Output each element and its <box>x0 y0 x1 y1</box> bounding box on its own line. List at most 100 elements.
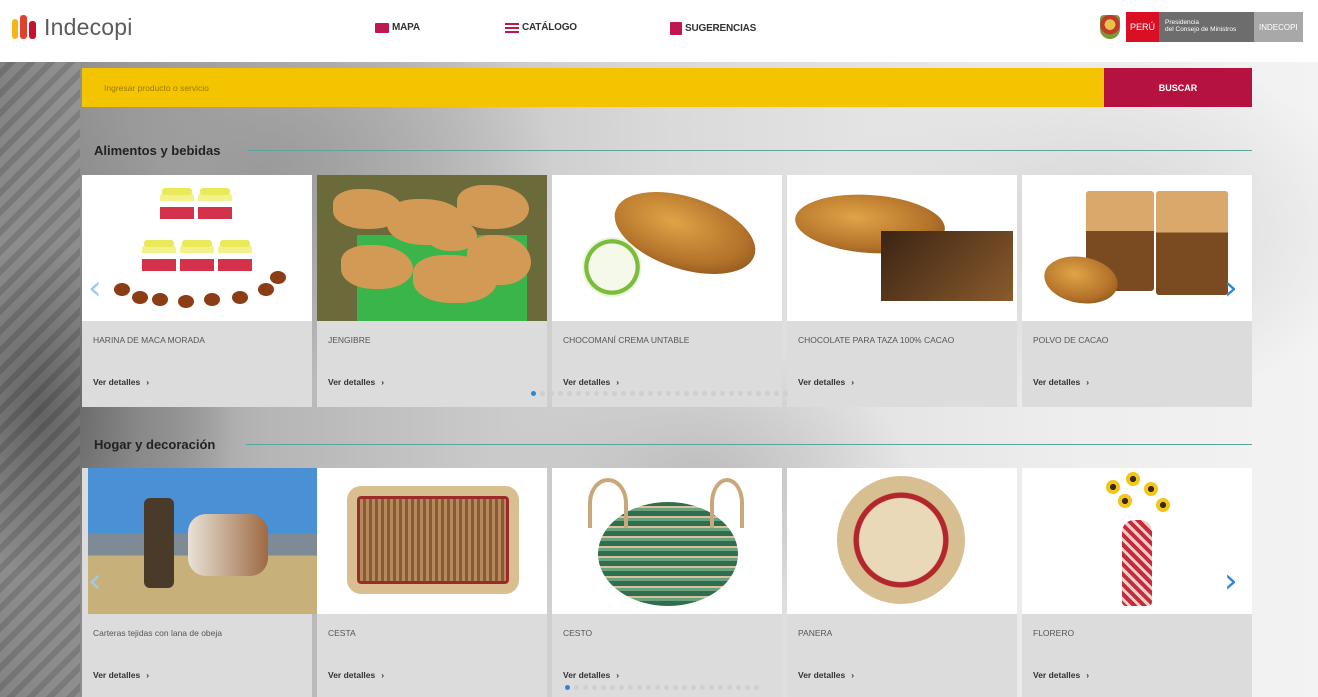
pagination-dot[interactable] <box>574 685 579 690</box>
pagination-dot[interactable] <box>682 685 687 690</box>
carousel-next-button[interactable]: › <box>1224 564 1238 598</box>
pagination-dot[interactable] <box>567 391 572 396</box>
pagination-dot[interactable] <box>558 391 563 396</box>
carousel-prev-button[interactable]: ‹ <box>88 271 102 305</box>
pagination-dot[interactable] <box>691 685 696 690</box>
view-details-link[interactable]: Ver detalles › <box>563 670 619 680</box>
pagination-dot[interactable] <box>639 391 644 396</box>
pagination-dot[interactable] <box>637 685 642 690</box>
view-details-link[interactable]: Ver detalles › <box>798 670 854 680</box>
pagination-dot[interactable] <box>565 685 570 690</box>
view-details-label: Ver detalles <box>1033 670 1081 680</box>
search-button[interactable]: BUSCAR <box>1104 68 1252 107</box>
view-details-link[interactable]: Ver detalles › <box>328 377 384 387</box>
pagination-dot[interactable] <box>610 685 615 690</box>
pagination-dot[interactable] <box>747 391 752 396</box>
pagination-dot[interactable] <box>630 391 635 396</box>
pagination-dot[interactable] <box>729 391 734 396</box>
pagination-dot[interactable] <box>621 391 626 396</box>
nav-sugerencias-label: SUGERENCIAS <box>685 23 757 34</box>
pagination-dot[interactable] <box>603 391 608 396</box>
pagination-dot[interactable] <box>700 685 705 690</box>
pagination-dot[interactable] <box>718 685 723 690</box>
product-image <box>317 468 547 614</box>
pagination-dot[interactable] <box>549 391 554 396</box>
product-name: JENGIBRE <box>328 335 371 345</box>
pagination-dot[interactable] <box>594 391 599 396</box>
pagination-dot[interactable] <box>666 391 671 396</box>
product-card[interactable]: Carteras tejidas con lana de obeja Ver d… <box>82 468 318 697</box>
indecopi-logo[interactable]: Indecopi <box>12 14 133 41</box>
pagination-dot[interactable] <box>709 685 714 690</box>
carousel-prev-button[interactable]: ‹ <box>88 564 102 598</box>
pagination-dot[interactable] <box>738 391 743 396</box>
pagination-dot[interactable] <box>583 685 588 690</box>
pagination-dot[interactable] <box>693 391 698 396</box>
carousel-hogar: Carteras tejidas con lana de obeja Ver d… <box>82 468 1252 697</box>
view-details-label: Ver detalles <box>563 377 611 387</box>
pagination-dot[interactable] <box>720 391 725 396</box>
product-card[interactable]: PANERA Ver detalles › <box>787 468 1017 697</box>
view-details-link[interactable]: Ver detalles › <box>1033 670 1089 680</box>
pagination-dot[interactable] <box>646 685 651 690</box>
view-details-link[interactable]: Ver detalles › <box>798 377 854 387</box>
product-image <box>787 175 1017 321</box>
pagination-dot[interactable] <box>585 391 590 396</box>
pagination-dot[interactable] <box>657 391 662 396</box>
product-card[interactable]: CHOCOLATE PARA TAZA 100% CACAO Ver detal… <box>787 175 1017 407</box>
product-card[interactable]: CESTA Ver detalles › <box>317 468 547 697</box>
product-card[interactable]: HARINA DE MACA MORADA Ver detalles › <box>82 175 312 407</box>
carousel-next-button[interactable]: › <box>1224 271 1238 305</box>
pagination-dot[interactable] <box>736 685 741 690</box>
nav-catalogo[interactable]: CATÁLOGO <box>505 22 577 33</box>
pagination-dot[interactable] <box>531 391 536 396</box>
peru-label: PERÚ <box>1126 12 1160 42</box>
view-details-link[interactable]: Ver detalles › <box>93 670 149 680</box>
pagination-dot[interactable] <box>601 685 606 690</box>
view-details-link[interactable]: Ver detalles › <box>328 670 384 680</box>
view-details-link[interactable]: Ver detalles › <box>93 377 149 387</box>
suggestion-icon <box>670 22 682 35</box>
pagination-dot[interactable] <box>655 685 660 690</box>
pagination-dot[interactable] <box>628 685 633 690</box>
pagination-dot[interactable] <box>745 685 750 690</box>
nav-mapa[interactable]: MAPA <box>375 22 420 33</box>
search-input[interactable] <box>82 68 1104 107</box>
pagination-dot[interactable] <box>727 685 732 690</box>
nav-sugerencias[interactable]: SUGERENCIAS <box>670 22 756 35</box>
view-details-label: Ver detalles <box>798 377 846 387</box>
government-banner[interactable]: PERÚ Presidencia del Consejo de Ministro… <box>1097 12 1303 42</box>
product-card[interactable]: CHOCOMANÍ CREMA UNTABLE Ver detalles › <box>552 175 782 407</box>
product-card[interactable]: FLORERO Ver detalles › <box>1022 468 1252 697</box>
product-image <box>787 468 1017 614</box>
pagination-dot[interactable] <box>612 391 617 396</box>
product-name: CESTO <box>563 628 593 638</box>
menu-icon <box>505 22 519 33</box>
pagination-dot[interactable] <box>684 391 689 396</box>
pagination-dot[interactable] <box>664 685 669 690</box>
pagination-dot[interactable] <box>711 391 716 396</box>
pagination-dot[interactable] <box>576 391 581 396</box>
pagination-dot[interactable] <box>756 391 761 396</box>
pagination-dot[interactable] <box>774 391 779 396</box>
product-image <box>1022 175 1252 321</box>
pagination-dot[interactable] <box>702 391 707 396</box>
product-image <box>88 468 318 614</box>
product-card[interactable]: JENGIBRE Ver detalles › <box>317 175 547 407</box>
product-card[interactable]: CESTO Ver detalles › <box>552 468 782 697</box>
pagination-dot[interactable] <box>765 391 770 396</box>
product-card[interactable]: POLVO DE CACAO Ver detalles › <box>1022 175 1252 407</box>
section-divider <box>246 444 1252 445</box>
pagination-dot[interactable] <box>675 391 680 396</box>
pagination-dot[interactable] <box>592 685 597 690</box>
search-bar: BUSCAR <box>82 68 1252 107</box>
pagination-dot[interactable] <box>754 685 759 690</box>
pagination-dot[interactable] <box>619 685 624 690</box>
pagination-dot[interactable] <box>783 391 788 396</box>
pagination-dot[interactable] <box>540 391 545 396</box>
pagination-dot[interactable] <box>648 391 653 396</box>
view-details-link[interactable]: Ver detalles › <box>1033 377 1089 387</box>
pagination-dot[interactable] <box>673 685 678 690</box>
view-details-link[interactable]: Ver detalles › <box>563 377 619 387</box>
product-image <box>552 175 782 321</box>
